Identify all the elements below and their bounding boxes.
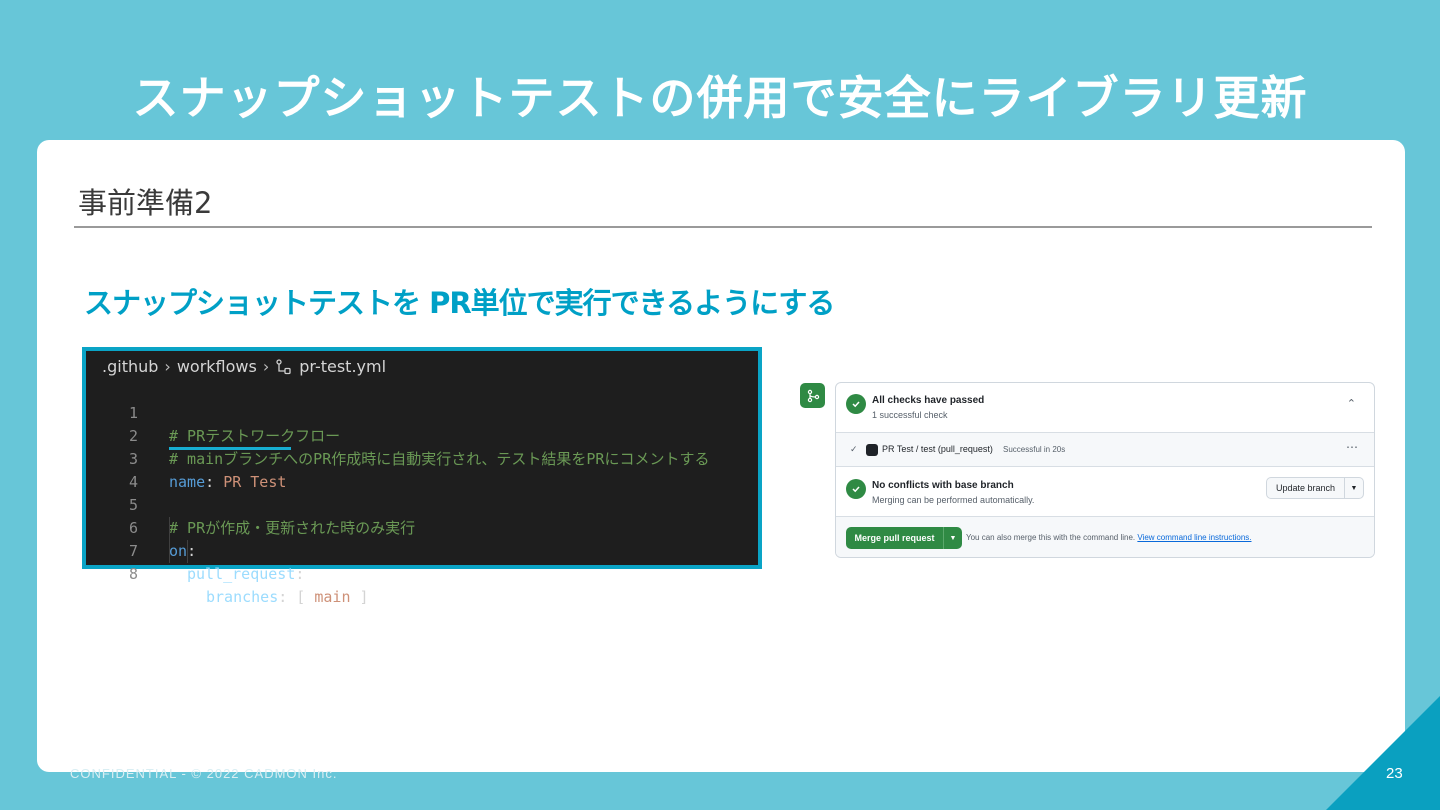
breadcrumb: .github › workflows › pr-test.yml	[102, 357, 386, 376]
merge-section: Merge pull request ▼ You can also merge …	[836, 517, 1374, 557]
code-line: 5 # PRが作成・更新された時のみ実行	[86, 471, 758, 537]
section-heading: 事前準備2	[78, 186, 213, 220]
corner-decoration	[1326, 696, 1440, 810]
checks-section[interactable]: All checks have passed 1 successful chec…	[836, 383, 1374, 433]
yaml-key: branches	[206, 588, 279, 606]
more-options-icon[interactable]: ⋯	[1346, 440, 1358, 454]
code-editor: .github › workflows › pr-test.yml 1 # PR…	[82, 347, 762, 606]
code-line: 2 # mainブランチへのPR作成時に自動実行され、テスト結果をPRにコメント…	[86, 402, 758, 468]
breadcrumb-item-workflows[interactable]: workflows	[177, 357, 257, 376]
caret-down-icon[interactable]: ▼	[1345, 485, 1363, 492]
merge-note-text: You can also merge this with the command…	[966, 533, 1136, 542]
caret-down-icon[interactable]: ▼	[944, 535, 962, 542]
code-text: branches: [ main ]	[206, 588, 369, 606]
checks-title: All checks have passed	[872, 395, 985, 406]
indent-guide	[187, 540, 188, 563]
merge-note: You can also merge this with the command…	[966, 533, 1252, 542]
code-line: 3 name: PR Test	[86, 425, 758, 491]
check-status: Successful in 20s	[1003, 445, 1066, 454]
yaml-key: pull_request	[187, 565, 296, 583]
slide-title: スナップショットテストの併用で安全にライブラリ更新	[132, 71, 1308, 125]
conflicts-subtitle: Merging can be performed automatically.	[872, 495, 1035, 505]
chevron-right-icon: ›	[262, 357, 270, 376]
chevron-up-icon[interactable]: ⌃	[1347, 397, 1356, 410]
code-text: pull_request:	[187, 565, 305, 583]
command-line-instructions-link[interactable]: View command line instructions.	[1137, 533, 1251, 542]
subheading: スナップショットテストを PR単位で実行できるようにする	[84, 286, 835, 320]
slide-card: 事前準備2 スナップショットテストを PR単位で実行できるようにする .gith…	[37, 140, 1405, 772]
code-line: 4	[86, 448, 758, 491]
line-number: 8	[128, 565, 138, 583]
page-number: 23	[1386, 765, 1403, 782]
code-line: 6 on:	[86, 494, 758, 560]
check-mark-icon: ✓	[850, 444, 858, 454]
merge-pull-request-button[interactable]: Merge pull request ▼	[846, 527, 962, 549]
workflow-file-icon	[276, 358, 291, 374]
merge-label[interactable]: Merge pull request	[846, 527, 944, 549]
update-branch-button[interactable]: Update branch ▼	[1266, 477, 1364, 499]
footer-confidential: CONFIDENTIAL - © 2022 CADMON Inc.	[70, 766, 338, 781]
yaml-value: main	[314, 588, 351, 606]
pr-merge-box: All checks have passed 1 successful chec…	[835, 382, 1375, 558]
heading-divider	[74, 226, 1372, 228]
code-line: 7 pull_request:	[86, 517, 758, 583]
checks-subtitle: 1 successful check	[872, 410, 948, 420]
update-branch-label[interactable]: Update branch	[1267, 478, 1345, 498]
breadcrumb-item-file[interactable]: pr-test.yml	[299, 357, 386, 376]
check-run-row[interactable]: ✓ PR Test / test (pull_request) Successf…	[836, 433, 1374, 467]
github-app-icon	[866, 444, 878, 456]
git-merge-icon	[800, 383, 825, 408]
chevron-right-icon: ›	[164, 357, 171, 376]
breadcrumb-item-github[interactable]: .github	[102, 357, 158, 376]
check-circle-icon	[846, 479, 866, 499]
check-name[interactable]: PR Test / test (pull_request)	[882, 444, 993, 454]
check-circle-icon	[846, 394, 866, 414]
conflicts-section: No conflicts with base branch Merging ca…	[836, 467, 1374, 517]
indent-guide	[169, 517, 170, 563]
conflicts-title: No conflicts with base branch	[872, 480, 1014, 491]
code-line: 1 # PRテストワークフロー	[86, 379, 758, 445]
